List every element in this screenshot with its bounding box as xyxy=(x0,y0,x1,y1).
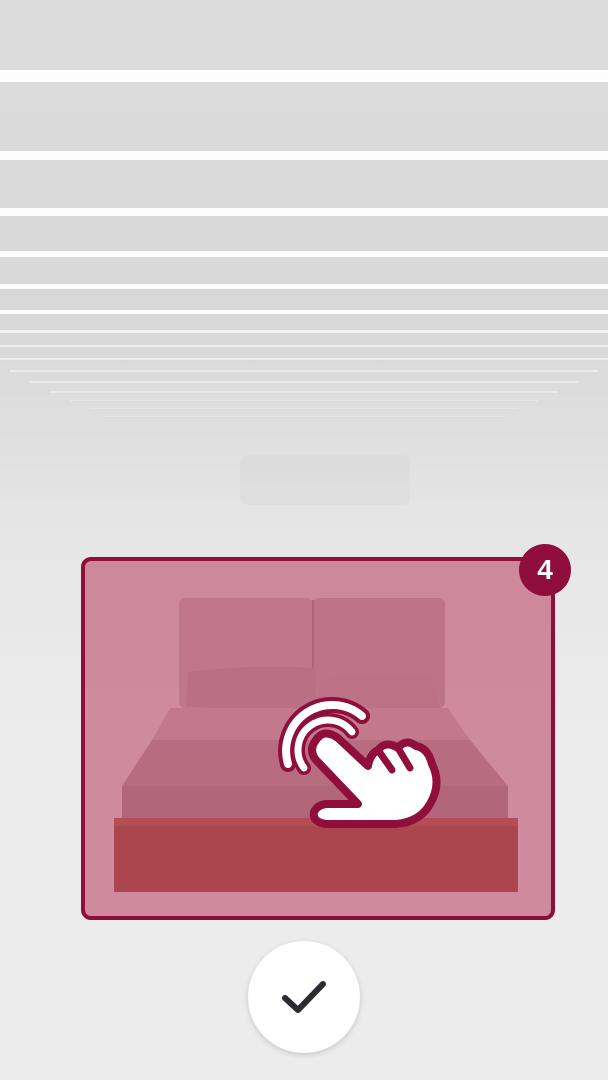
wall-logo xyxy=(240,455,410,505)
step-number-badge: 4 xyxy=(519,544,571,596)
tap-hand-icon xyxy=(266,688,446,828)
confirm-button[interactable] xyxy=(248,941,360,1053)
checkmark-icon xyxy=(282,981,326,1013)
ceiling-lights xyxy=(0,70,608,417)
